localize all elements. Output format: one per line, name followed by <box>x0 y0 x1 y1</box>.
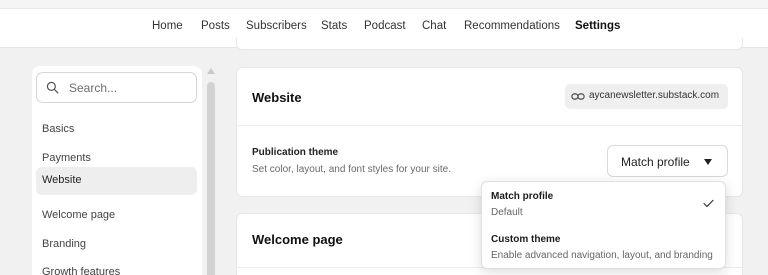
nav-item-chat[interactable]: Chat <box>422 20 446 32</box>
nav-item-stats[interactable]: Stats <box>321 20 347 32</box>
theme-dropdown-menu: Match profile Default Custom theme Enabl… <box>481 181 726 269</box>
sidebar-item-growth-features[interactable]: Growth features <box>36 259 197 275</box>
search-icon <box>46 81 59 94</box>
sidebar-item-website[interactable]: Website <box>36 167 197 195</box>
search-input[interactable]: Search... <box>36 72 197 103</box>
caret-down-icon <box>704 159 712 165</box>
scroll-thumb[interactable] <box>207 82 215 275</box>
theme-select[interactable]: Match profile <box>607 145 728 177</box>
main-nav: Home Posts Subscribers Stats Podcast Cha… <box>0 20 768 40</box>
option-title: Custom theme <box>491 234 561 245</box>
theme-select-value: Match profile <box>621 155 690 169</box>
sidebar-item-branding[interactable]: Branding <box>36 231 197 259</box>
option-title: Match profile <box>491 191 554 202</box>
settings-sidebar: Search... Basics Payments Website Welcom… <box>32 66 202 275</box>
search-placeholder: Search... <box>69 81 118 95</box>
nav-item-home[interactable]: Home <box>152 20 183 32</box>
option-subtitle: Enable advanced navigation, layout, and … <box>491 250 713 261</box>
theme-option-match-profile[interactable]: Match profile Default <box>482 182 725 222</box>
card-divider <box>237 125 742 126</box>
nav-item-settings[interactable]: Settings <box>575 20 620 32</box>
option-subtitle: Default <box>491 207 523 218</box>
site-url: aycanewsletter.substack.com <box>589 90 720 101</box>
scroll-up-arrow-icon[interactable] <box>207 68 215 74</box>
sidebar-scrollbar[interactable] <box>206 66 216 275</box>
publication-theme-label: Publication theme <box>252 147 339 158</box>
welcome-page-card-title: Welcome page <box>252 232 343 247</box>
nav-item-recommendations[interactable]: Recommendations <box>464 20 560 32</box>
check-icon <box>703 199 714 208</box>
sidebar-item-welcome-page[interactable]: Welcome page <box>36 202 197 230</box>
sidebar-item-basics[interactable]: Basics <box>36 116 197 144</box>
publication-theme-description: Set color, layout, and font styles for y… <box>252 164 451 175</box>
site-url-chip[interactable]: aycanewsletter.substack.com <box>565 84 728 109</box>
nav-item-posts[interactable]: Posts <box>201 20 230 32</box>
website-card-title: Website <box>252 90 302 105</box>
theme-option-custom-theme[interactable]: Custom theme Enable advanced navigation,… <box>482 226 725 266</box>
previous-card <box>236 38 743 50</box>
link-icon <box>571 93 585 100</box>
nav-item-podcast[interactable]: Podcast <box>364 20 406 32</box>
top-strip <box>0 0 768 9</box>
nav-item-subscribers[interactable]: Subscribers <box>246 20 307 32</box>
